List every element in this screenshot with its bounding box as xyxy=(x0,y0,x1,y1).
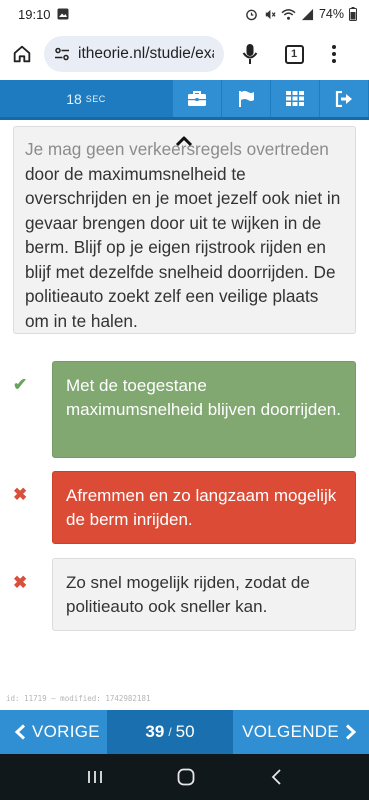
next-button[interactable]: VOLGENDE xyxy=(233,710,369,754)
flag-button[interactable] xyxy=(221,80,270,117)
question-counter: 39 / 50 xyxy=(107,710,233,754)
briefcase-icon xyxy=(188,91,206,106)
next-label: VOLGENDE xyxy=(242,722,339,741)
chevron-right-icon xyxy=(345,724,357,740)
microphone-icon xyxy=(242,44,258,64)
more-vert-icon xyxy=(332,45,336,63)
tab-switcher-button[interactable]: 1 xyxy=(272,28,316,80)
counter-separator: / xyxy=(168,725,172,739)
chevron-up-icon[interactable] xyxy=(175,134,193,148)
tab-count: 1 xyxy=(284,44,304,64)
answer-wrong[interactable]: Afremmen en zo langzaam mogelijk de berm… xyxy=(52,471,356,544)
previous-button[interactable]: VORIGE xyxy=(0,710,107,754)
status-bar: 19:10 74% xyxy=(0,0,369,28)
home-nav-icon[interactable] xyxy=(176,767,196,787)
explanation-box: Je mag geen verkeersregels overtreden do… xyxy=(13,126,356,334)
timer: 18 SEC xyxy=(0,80,172,117)
recent-apps-icon[interactable] xyxy=(86,769,104,785)
home-button[interactable] xyxy=(0,28,44,80)
timer-unit: SEC xyxy=(85,93,106,104)
current-question: 39 xyxy=(145,722,165,741)
system-nav-bar xyxy=(0,754,369,800)
flag-icon xyxy=(239,90,254,107)
total-questions: 50 xyxy=(175,722,195,741)
site-settings-icon[interactable] xyxy=(54,46,70,62)
address-bar[interactable]: itheorie.nl/studie/exa xyxy=(44,36,224,72)
mute-icon xyxy=(265,9,276,19)
overview-button[interactable] xyxy=(172,80,221,117)
exit-icon xyxy=(335,90,352,107)
exit-button[interactable] xyxy=(319,80,368,117)
browser-menu-button[interactable] xyxy=(316,28,352,80)
wifi-icon xyxy=(281,8,296,20)
question-meta: id: 11719 — modified: 1742982181 xyxy=(6,694,151,703)
check-icon: ✔ xyxy=(13,375,28,394)
clock: 19:10 xyxy=(18,6,51,22)
exam-header: 18 SEC xyxy=(0,80,369,120)
signal-icon xyxy=(301,8,314,20)
cross-icon: ✖ xyxy=(13,485,28,504)
battery-icon xyxy=(349,7,357,21)
gallery-icon xyxy=(57,8,69,20)
chevron-left-icon xyxy=(14,724,26,740)
explanation-text: door de maximumsnelheid te overschrijden… xyxy=(25,163,341,331)
home-icon xyxy=(13,45,31,63)
answer-neutral[interactable]: Zo snel mogelijk rijden, zodat de politi… xyxy=(52,558,356,631)
questions-grid-button[interactable] xyxy=(270,80,319,117)
grid-icon xyxy=(286,91,304,106)
battery-level: 74% xyxy=(318,7,344,21)
answer-correct[interactable]: Met de toegestane maximumsnelheid blijve… xyxy=(52,361,356,458)
cross-icon: ✖ xyxy=(13,573,28,592)
previous-label: VORIGE xyxy=(32,722,100,741)
timer-value: 18 xyxy=(66,90,82,107)
alarm-icon xyxy=(246,9,257,20)
back-icon[interactable] xyxy=(269,768,283,786)
browser-bar: itheorie.nl/studie/exa 1 xyxy=(0,28,369,80)
url-text: itheorie.nl/studie/exa xyxy=(78,45,214,62)
voice-search-button[interactable] xyxy=(228,28,272,80)
question-navigation: VORIGE 39 / 50 VOLGENDE xyxy=(0,710,369,754)
